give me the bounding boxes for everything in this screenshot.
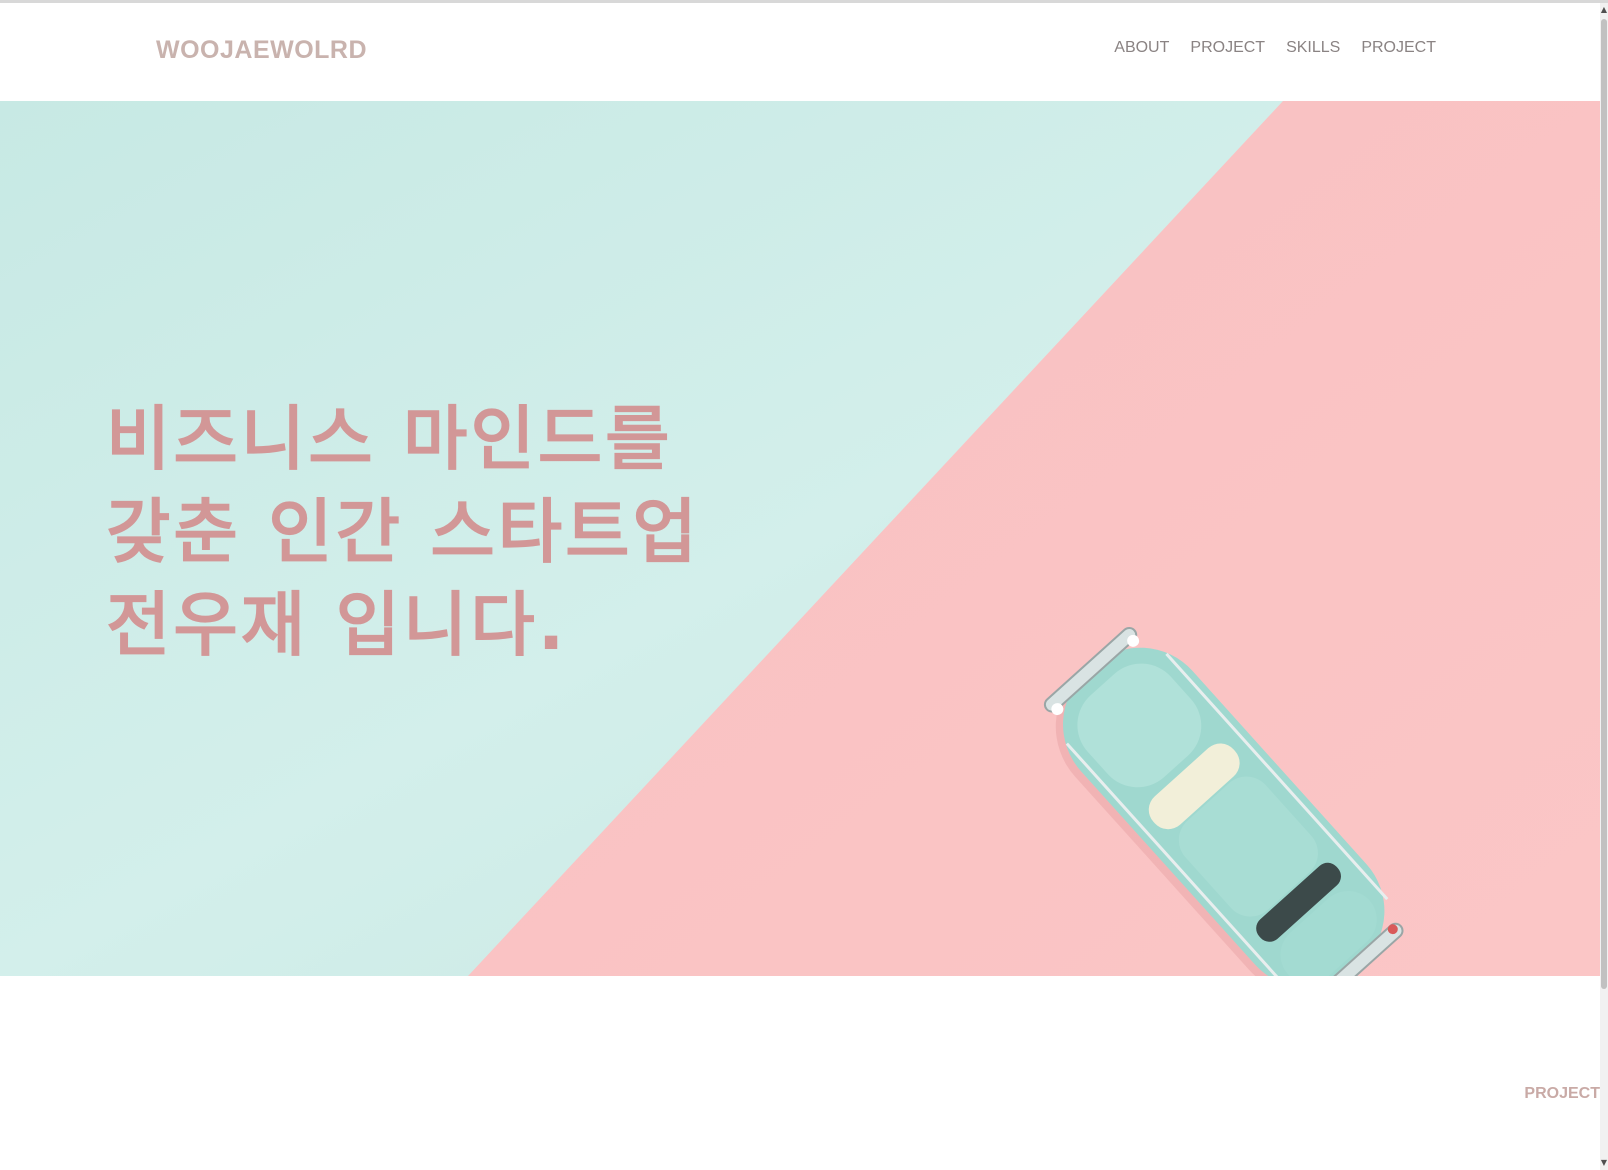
nav-link-project-2[interactable]: PROJECT [1361,39,1436,57]
toy-car-icon [1043,626,1404,976]
scrollbar-thumb[interactable] [1601,19,1607,989]
scroll-up-icon[interactable]: ▲ [1600,3,1608,17]
site-logo[interactable]: WOOJAEWOLRD [156,36,367,65]
hero-line-1: 비즈니스 마인드를 [106,398,673,480]
nav-link-skills[interactable]: SKILLS [1286,39,1340,57]
hero-line-2: 갖춘 인간 스타트업 [106,491,700,573]
hero-line-3: 전우재 입니다. [106,584,568,666]
nav-link-project[interactable]: PROJECT [1190,39,1265,57]
main-nav: ABOUT PROJECT SKILLS PROJECT [1114,39,1436,57]
site-header: WOOJAEWOLRD ABOUT PROJECT SKILLS PROJECT [0,3,1600,101]
hero-section: 비즈니스 마인드를 갖춘 인간 스타트업 전우재 입니다. [0,101,1600,976]
scroll-down-icon[interactable]: ▼ [1600,1156,1608,1170]
section-label-project[interactable]: PROJECT [1524,1085,1600,1103]
nav-link-about[interactable]: ABOUT [1114,39,1169,57]
page: WOOJAEWOLRD ABOUT PROJECT SKILLS PROJECT [0,0,1608,1170]
scrollbar[interactable]: ▲ ▼ [1600,3,1608,1170]
hero-headline: 비즈니스 마인드를 갖춘 인간 스타트업 전우재 입니다. [106,393,700,672]
